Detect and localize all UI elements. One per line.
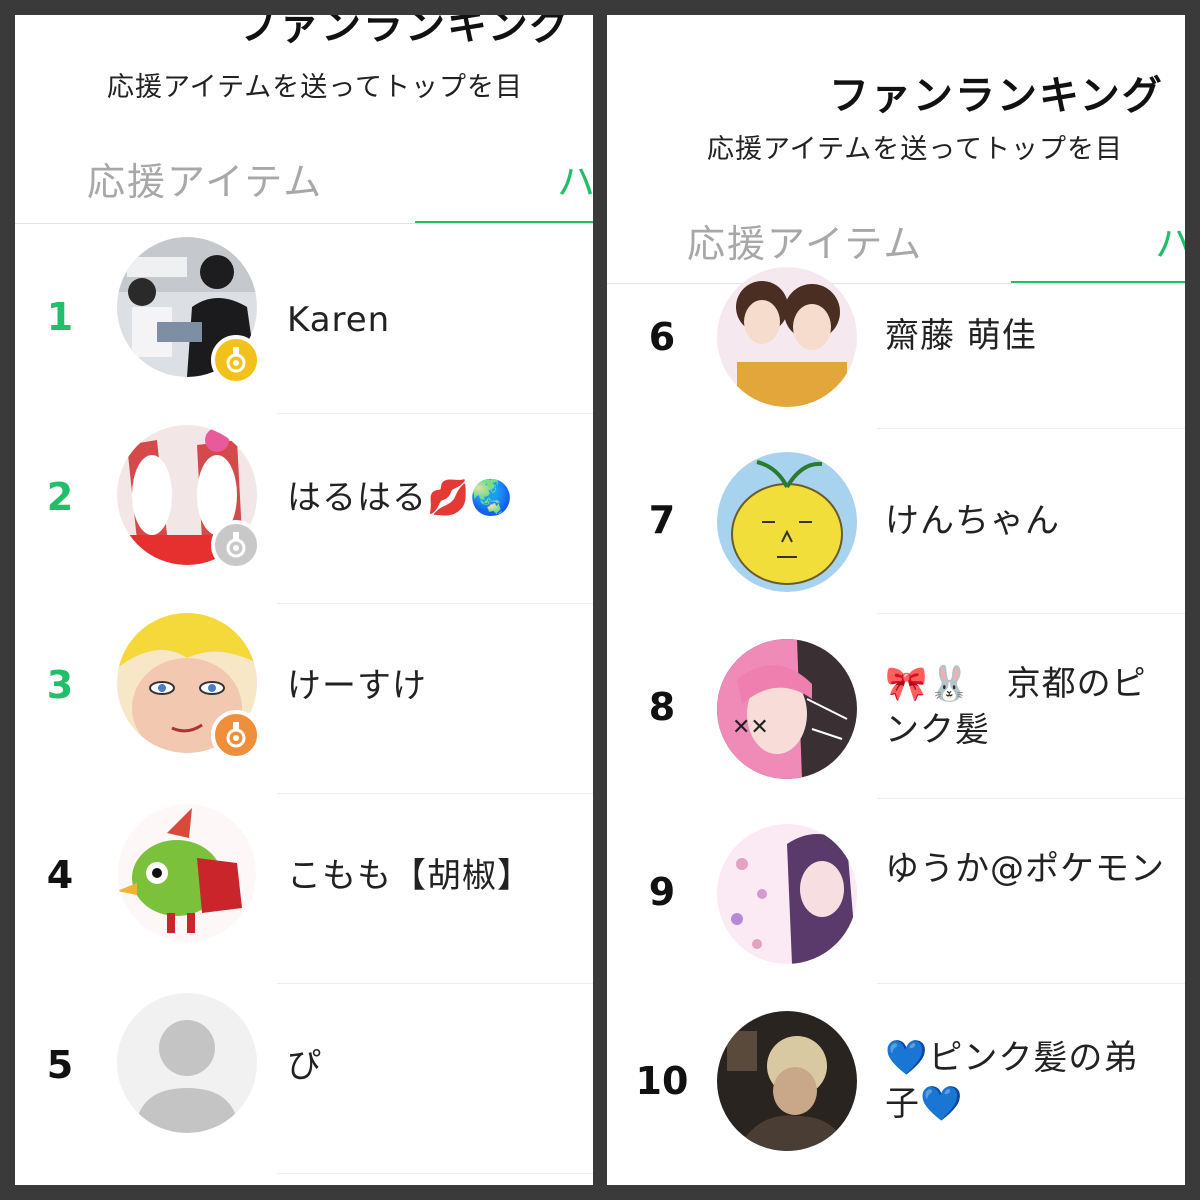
fan-name: けーすけ [287,666,427,706]
ranking-row[interactable]: 3 けーすけ [15,605,593,795]
fan-name: こもも【胡椒】 [287,856,532,896]
row-divider [877,613,1185,614]
page-title: ファンランキング [829,73,1164,119]
row-divider [277,793,593,794]
rank-number: 8 [648,685,676,729]
page-subtitle: 応援アイテムを送ってトップを目 [107,72,523,103]
rank-number: 7 [648,498,676,542]
avatar[interactable] [717,267,857,407]
ranking-row[interactable]: 4 こもも【胡椒】 [15,795,593,985]
bronze-medal-icon [211,710,261,760]
avatar[interactable] [717,824,857,964]
rank-number: 1 [46,295,74,339]
fan-name: はるはる💋🌏 [287,478,514,518]
fan-name: 🎀🐰 京都のピンク髪 [885,664,1147,750]
row-divider [877,798,1185,799]
rank-number: 5 [46,1043,74,1087]
tab-support-items[interactable]: 応援アイテム [687,213,923,268]
ranking-row[interactable]: 2 はるはる💋🌏 [15,415,593,605]
ranking-row[interactable]: 1 Karen [15,225,593,415]
rank-number: 6 [648,315,676,359]
row-divider [877,983,1185,984]
row-divider [277,983,593,984]
row-divider [277,1173,593,1174]
row-divider [277,603,593,604]
rank-number: 3 [46,663,74,707]
fan-name: Karen [287,300,391,340]
avatar[interactable]: ✕✕ [717,639,857,779]
tab-ranking[interactable]: ハ [557,151,593,206]
ranking-row[interactable]: 6 齋藤 萌佳 [607,267,1185,430]
rank-number: 4 [46,853,74,897]
rank-number: 10 [635,1059,689,1103]
rank-number: 2 [46,475,74,519]
silver-medal-icon [211,520,261,570]
avatar[interactable] [117,803,257,943]
ranking-screen-left: ファンランキング 応援アイテムを送ってトップを目 応援アイテム ハ 1 Kare… [15,15,593,1185]
default-avatar-icon[interactable] [117,993,257,1133]
page-subtitle: 応援アイテムを送ってトップを目 [707,134,1123,165]
row-divider [277,413,593,414]
fan-name: 💙ピンク髪の弟子💙 [885,1038,1139,1124]
ranking-row[interactable]: 7 けんちゃん [607,430,1185,615]
ranking-row[interactable]: 5 ぴ [15,985,593,1175]
ranking-row[interactable]: 10 💙ピンク髪の弟子💙 [607,985,1185,1175]
fan-name: ゆうか@ポケモン [885,849,1165,889]
tab-support-items[interactable]: 応援アイテム [87,151,323,206]
avatar[interactable] [717,452,857,592]
fan-name: ぴ [287,1046,322,1086]
row-divider [877,428,1185,429]
ranking-row[interactable]: 8 ✕✕ 🎀🐰 京都のピンク髪 [607,615,1185,800]
ranking-row[interactable]: 9 ゆうか@ポケモン [607,800,1185,985]
tab-divider [607,283,1185,284]
gold-medal-icon [211,335,261,385]
page-title: ファンランキング [237,15,572,49]
tab-divider [15,223,593,224]
fan-name: けんちゃん [885,501,1060,541]
svg-text:✕✕: ✕✕ [732,715,769,740]
avatar[interactable] [717,1011,857,1151]
ranking-screen-right: ファンランキング 応援アイテムを送ってトップを目 応援アイテム ハ 6 齋藤 萌… [607,15,1185,1185]
tab-ranking[interactable]: ハ [1155,213,1185,268]
fan-name: 齋藤 萌佳 [885,316,1037,356]
rank-number: 9 [648,870,676,914]
